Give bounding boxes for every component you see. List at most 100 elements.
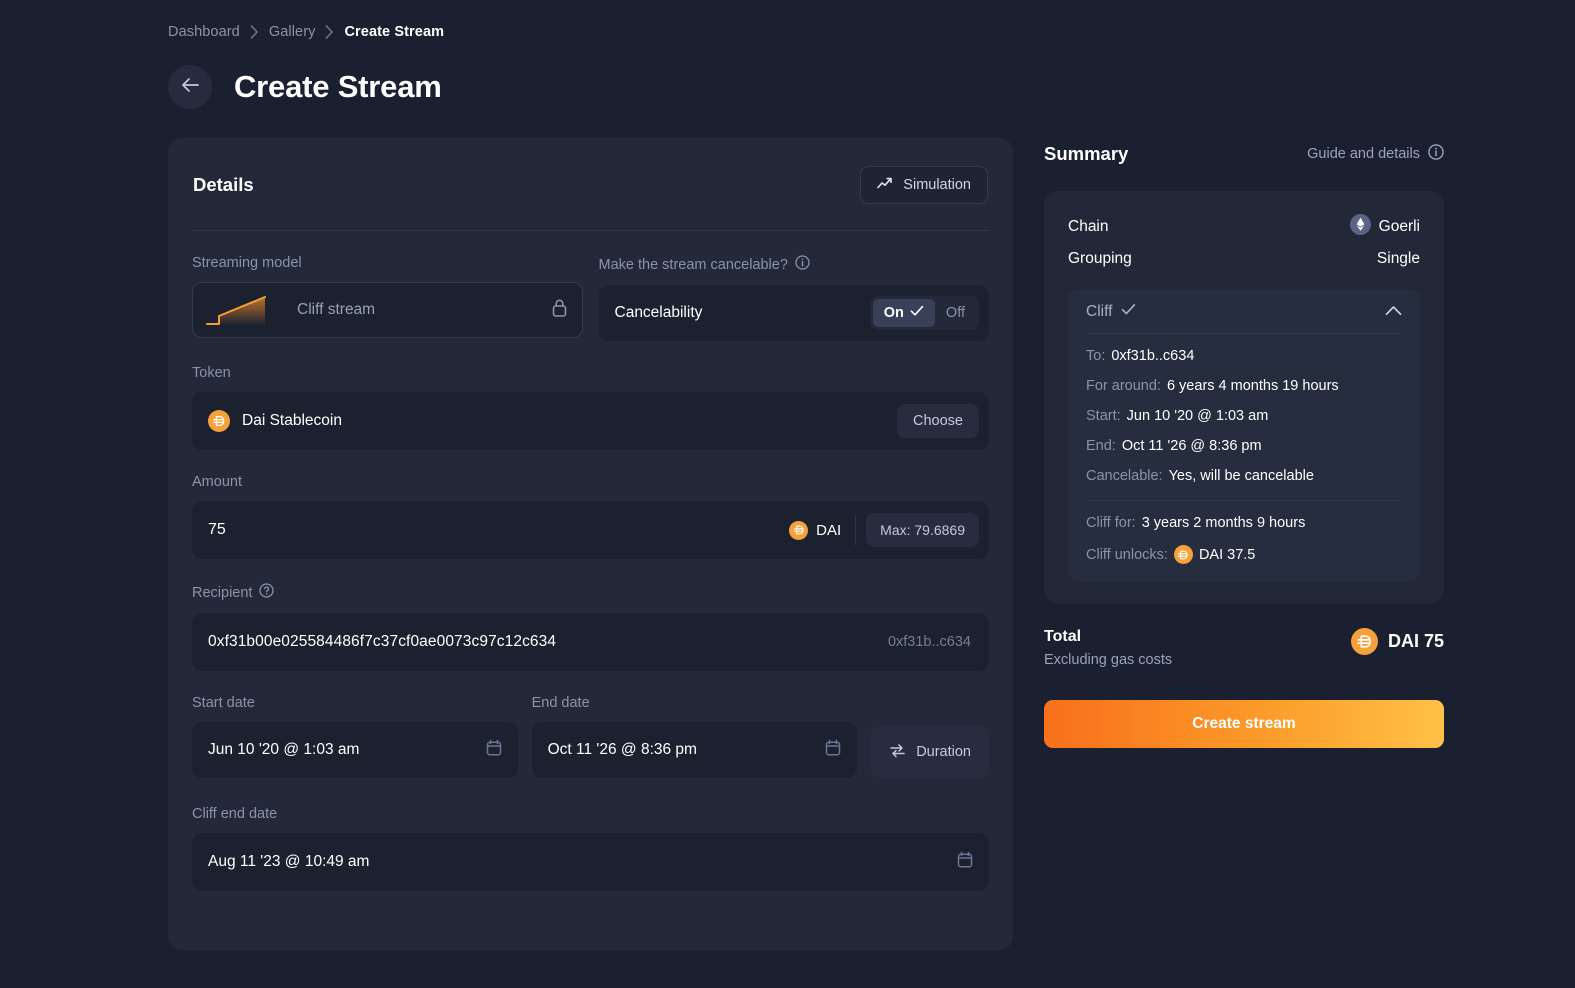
total-value-wrap: DAI 75 [1350, 628, 1444, 655]
cancelable-label: Make the stream cancelable? [599, 255, 990, 274]
recipient-group: Recipient 0xf31b00e025584486f7c37cf0ae00… [192, 583, 989, 671]
breadcrumb-item-create-stream: Create Stream [344, 24, 445, 40]
chain-key: Chain [1068, 218, 1109, 235]
grouping-key: Grouping [1068, 250, 1132, 267]
cliff-unlocks-key: Cliff unlocks: [1086, 546, 1168, 563]
toggle-option-on[interactable]: On [872, 299, 935, 327]
trending-up-icon [877, 176, 894, 194]
token-field: Dai Stablecoin Choose [192, 392, 989, 450]
cliff-summary-title: Cliff [1086, 303, 1113, 320]
cliff-row-cliff-unlocks: Cliff unlocks: DAI 37.5 [1086, 545, 1402, 564]
info-icon [1428, 144, 1444, 164]
create-stream-button[interactable]: Create stream [1044, 700, 1444, 748]
chevron-up-icon[interactable] [1385, 303, 1402, 321]
summary-row-chain: Chain Goerli [1068, 211, 1420, 243]
cliff-to-value: 0xf31b..c634 [1111, 348, 1195, 364]
cliff-for-value: 3 years 2 months 9 hours [1141, 515, 1306, 531]
start-date-field[interactable]: Jun 10 '20 @ 1:03 am [192, 722, 518, 778]
cliff-cancelable-key: Cancelable: [1086, 468, 1163, 484]
end-date-label: End date [531, 695, 590, 711]
recipient-short-address: 0xf31b..c634 [887, 634, 971, 650]
cliff-start-key: Start: [1086, 408, 1121, 424]
help-icon[interactable] [259, 583, 275, 602]
breadcrumb: Dashboard Gallery Create Stream [168, 24, 444, 40]
cancelable-group: Make the stream cancelable? Cancelabilit… [598, 255, 990, 341]
chevron-right-icon [325, 25, 334, 39]
cliff-row-cancelable: Cancelable: Yes, will be cancelable [1086, 468, 1402, 484]
grouping-value: Single [1376, 250, 1420, 267]
cliff-row-cliff-for: Cliff for: 3 years 2 months 9 hours [1086, 515, 1402, 531]
details-title: Details [193, 174, 254, 195]
model-cancel-row: Streaming model Cliff stream Make the st… [192, 255, 989, 341]
summary-header: Summary Guide and details [1044, 138, 1444, 170]
cliff-start-value: Jun 10 '20 @ 1:03 am [1126, 408, 1269, 424]
end-date-field[interactable]: Oct 11 '26 @ 8:36 pm [531, 722, 858, 778]
cliff-summary-title-wrap: Cliff [1086, 303, 1136, 321]
back-button[interactable] [168, 65, 212, 109]
start-date-group: Start date Jun 10 '20 @ 1:03 am [192, 695, 518, 778]
calendar-icon[interactable] [957, 851, 973, 874]
start-date-value: Jun 10 '20 @ 1:03 am [208, 741, 360, 758]
cliff-cancelable-value: Yes, will be cancelable [1168, 468, 1314, 484]
total-subtitle: Excluding gas costs [1044, 652, 1173, 668]
cliff-for-around-key: For around: [1086, 378, 1161, 394]
amount-input[interactable]: 75 [208, 521, 789, 539]
calendar-icon[interactable] [486, 739, 502, 762]
toggle-option-off[interactable]: Off [935, 299, 976, 327]
token-value: Dai Stablecoin [242, 412, 342, 429]
max-amount-button[interactable]: Max: 79.6869 [866, 513, 979, 547]
chevron-right-icon [250, 25, 259, 39]
breadcrumb-item-gallery[interactable]: Gallery [269, 24, 316, 40]
dai-coin-icon [1350, 628, 1378, 655]
streaming-model-field[interactable]: Cliff stream [192, 282, 583, 338]
cliff-end-date-label: Cliff end date [192, 806, 278, 822]
cliff-for-around-value: 6 years 4 months 19 hours [1166, 378, 1339, 394]
summary-panel: Summary Guide and details Chain Goerli G… [1044, 138, 1444, 748]
end-date-group: End date Oct 11 '26 @ 8:36 pm [531, 695, 858, 778]
end-date-value: Oct 11 '26 @ 8:36 pm [547, 741, 697, 758]
chain-value-wrap: Goerli [1349, 214, 1420, 240]
dai-coin-icon [208, 410, 230, 432]
details-card: Details Simulation Streaming model Cliff… [168, 138, 1013, 950]
amount-group: Amount 75 DAI Max: 79.6869 [192, 474, 989, 559]
recipient-label: Recipient [192, 583, 989, 602]
breadcrumb-item-dashboard[interactable]: Dashboard [168, 24, 240, 40]
cancelability-field: Cancelability On Off [598, 285, 989, 341]
simulation-label: Simulation [903, 177, 971, 193]
info-icon[interactable] [795, 255, 810, 274]
cancelability-row-label: Cancelability [614, 304, 703, 321]
cliff-divider [1086, 500, 1402, 501]
amount-ticker: DAI [789, 515, 857, 545]
swap-arrows-icon [889, 743, 906, 762]
duration-button[interactable]: Duration [871, 726, 989, 778]
amount-field[interactable]: 75 DAI Max: 79.6869 [192, 501, 989, 559]
recipient-input[interactable]: 0xf31b00e025584486f7c37cf0ae0073c97c12c6… [208, 633, 888, 651]
cliff-row-end: End: Oct 11 '26 @ 8:36 pm [1086, 438, 1402, 454]
total-text-group: Total Excluding gas costs [1044, 628, 1172, 668]
cliff-row-for-around: For around: 6 years 4 months 19 hours [1086, 378, 1402, 394]
cliff-end-date-field[interactable]: Aug 11 '23 @ 10:49 am [192, 833, 989, 891]
dates-row: Start date Jun 10 '20 @ 1:03 am End date [192, 695, 989, 778]
cliff-summary-header[interactable]: Cliff [1086, 303, 1402, 334]
total-row: Total Excluding gas costs DAI 75 [1044, 628, 1444, 668]
check-icon [910, 305, 924, 321]
cliff-unlocks-value: DAI 37.5 [1198, 546, 1256, 563]
dai-coin-icon [789, 520, 809, 540]
recipient-field[interactable]: 0xf31b00e025584486f7c37cf0ae0073c97c12c6… [192, 613, 989, 671]
token-group: Token Dai Stablecoin Choose [192, 365, 989, 450]
check-icon [1121, 303, 1136, 321]
cancelability-toggle: On Off [869, 296, 979, 330]
create-stream-page: Dashboard Gallery Create Stream Create S… [0, 0, 1575, 988]
duration-label: Duration [916, 744, 971, 760]
simulation-button[interactable]: Simulation [860, 166, 988, 204]
total-title: Total [1044, 628, 1082, 645]
choose-token-button[interactable]: Choose [897, 404, 979, 438]
calendar-icon[interactable] [825, 739, 841, 762]
streaming-model-label: Streaming model [192, 255, 302, 271]
token-label: Token [192, 365, 231, 381]
streaming-model-group: Streaming model Cliff stream [192, 255, 583, 341]
guide-label: Guide and details [1307, 146, 1420, 162]
guide-and-details-link[interactable]: Guide and details [1307, 144, 1444, 164]
cliff-to-key: To: [1086, 348, 1106, 364]
cliff-summary-panel: Cliff To: 0xf31b..c634 For around: 6 yea… [1068, 289, 1420, 582]
